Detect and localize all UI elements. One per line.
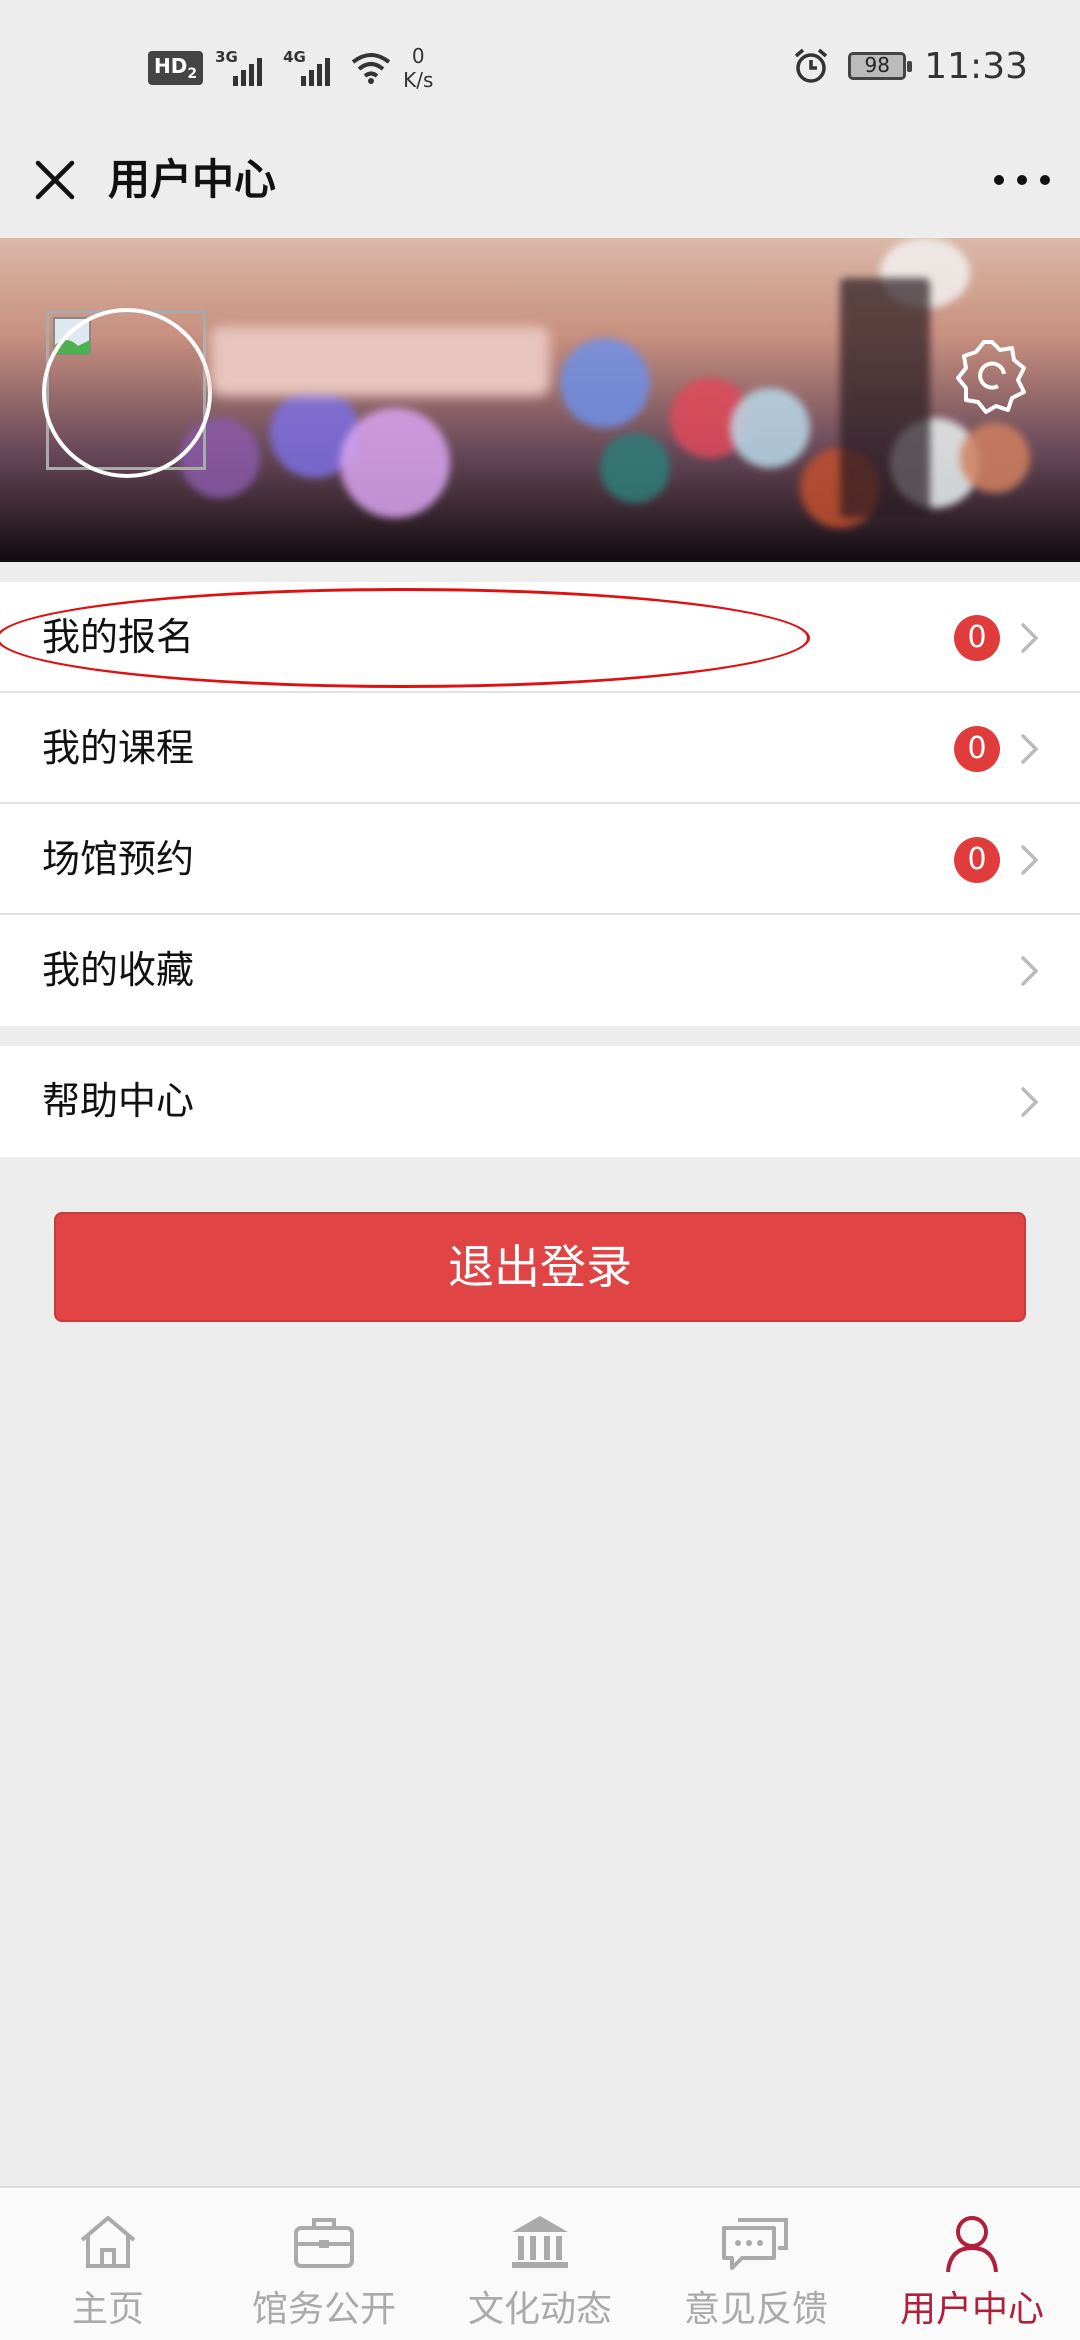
close-icon[interactable] — [30, 155, 80, 205]
menu-item-label: 场馆预约 — [42, 837, 195, 881]
briefcase-icon — [294, 2218, 354, 2268]
status-bar: HD2 3G 4G 0 K/s 98 11:33 — [0, 0, 1080, 135]
profile-banner — [0, 238, 1080, 562]
signal-3g-icon: 3G — [215, 48, 271, 88]
network-speed: 0 K/s — [403, 44, 434, 92]
building-silhouette — [840, 278, 930, 518]
bokeh-light — [960, 423, 1030, 493]
home-icon — [80, 2216, 136, 2268]
menu-group-help: 帮助中心 — [0, 1046, 1080, 1157]
chevron-right-icon — [1021, 623, 1039, 653]
tab-label: 用户中心 — [899, 2289, 1044, 2330]
status-left: HD2 3G 4G 0 K/s — [148, 44, 433, 92]
menu-item-my-registrations[interactable]: 我的报名 0 — [0, 582, 1080, 693]
bokeh-light — [600, 433, 670, 503]
avatar[interactable] — [42, 308, 212, 478]
signal-4g-icon: 4G — [283, 48, 339, 88]
bokeh-light — [560, 338, 650, 428]
settings-icon[interactable] — [952, 336, 1032, 416]
tab-label: 主页 — [71, 2289, 144, 2330]
username-redacted — [210, 326, 550, 396]
tab-label: 馆务公开 — [251, 2289, 396, 2330]
bokeh-light — [730, 388, 810, 468]
chat-icon — [722, 2218, 788, 2270]
tab-bar: 主页 馆务公开 文化动态 意见反馈 用户中心 — [0, 2186, 1080, 2340]
menu-item-help-center[interactable]: 帮助中心 — [0, 1046, 1080, 1157]
menu-item-my-courses[interactable]: 我的课程 0 — [0, 693, 1080, 804]
tab-label: 文化动态 — [467, 2289, 612, 2330]
status-right: 98 11:33 — [792, 40, 1028, 92]
chevron-right-icon — [1021, 845, 1039, 875]
bokeh-light — [340, 408, 450, 518]
alarm-icon — [795, 48, 828, 83]
menu-item-label: 我的课程 — [42, 726, 195, 770]
chevron-right-icon — [1021, 1087, 1039, 1117]
page-title: 用户中心 — [108, 155, 277, 204]
menu-group-primary: 我的报名 0 我的课程 0 场馆预约 0 我的收藏 — [0, 582, 1080, 1026]
tab-affairs[interactable]: 馆务公开 — [216, 2188, 432, 2340]
clock: 11:33 — [924, 45, 1028, 87]
nav-bar: 用户中心 — [0, 135, 1080, 238]
menu-item-label: 帮助中心 — [42, 1079, 195, 1123]
count-badge: 0 — [954, 837, 1000, 883]
museum-icon — [512, 2216, 568, 2268]
hd-voice-icon: HD2 — [148, 51, 204, 85]
user-icon — [946, 2216, 998, 2273]
count-badge: 0 — [954, 726, 1000, 772]
count-badge: 0 — [954, 615, 1000, 661]
tab-home[interactable]: 主页 — [0, 2188, 216, 2340]
menu-item-venue-booking[interactable]: 场馆预约 0 — [0, 804, 1080, 915]
menu-item-my-favorites[interactable]: 我的收藏 — [0, 915, 1080, 1026]
tab-culture-news[interactable]: 文化动态 — [432, 2188, 648, 2340]
more-icon[interactable] — [994, 165, 1050, 195]
tab-feedback[interactable]: 意见反馈 — [648, 2188, 864, 2340]
menu-item-label: 我的收藏 — [42, 948, 195, 992]
chevron-right-icon — [1021, 734, 1039, 764]
menu-item-label: 我的报名 — [42, 615, 195, 659]
tab-user-center[interactable]: 用户中心 — [864, 2188, 1080, 2340]
wifi-icon — [351, 53, 391, 84]
logout-button[interactable]: 退出登录 — [54, 1212, 1026, 1322]
battery-icon: 98 — [848, 52, 913, 80]
chevron-right-icon — [1021, 956, 1039, 986]
tab-label: 意见反馈 — [683, 2289, 828, 2330]
